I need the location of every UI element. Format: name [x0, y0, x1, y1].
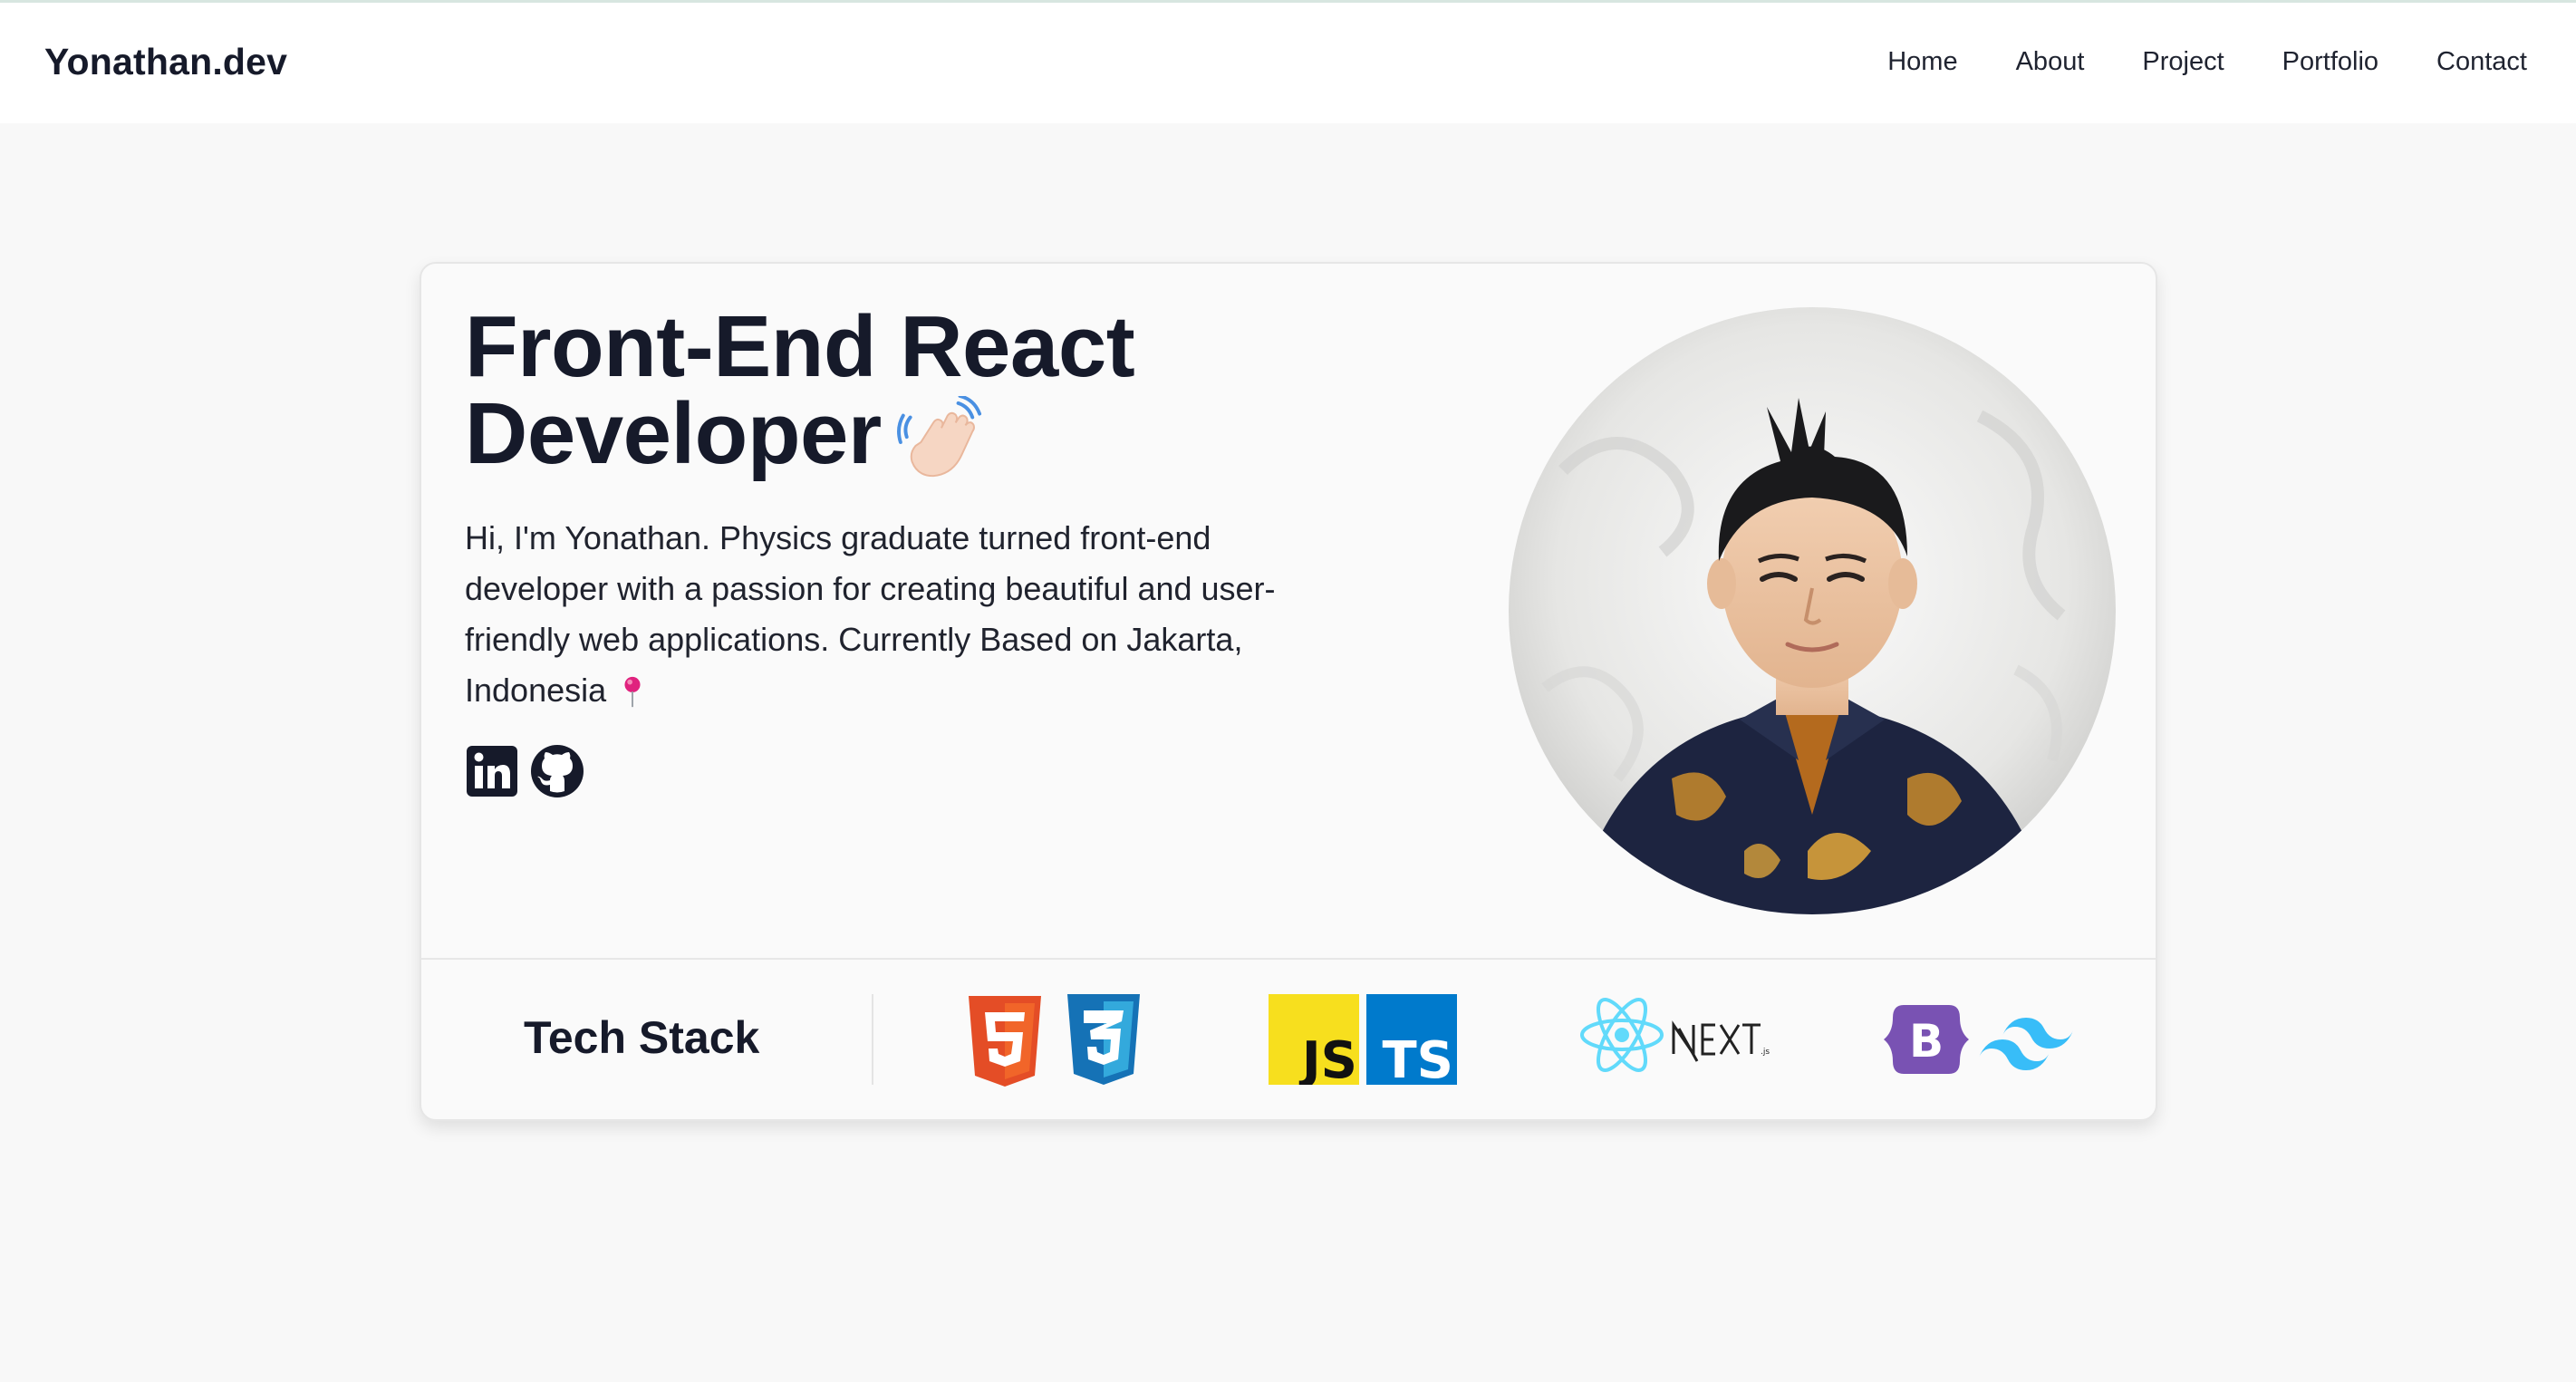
hero-description: Hi, I'm Yonathan. Physics graduate turne…	[465, 513, 1353, 716]
tailwindcss-logo-icon	[1979, 1018, 2073, 1070]
site-logo-text[interactable]: Yonathan.dev	[44, 41, 287, 83]
javascript-logo-icon: JS	[1269, 994, 1359, 1085]
nav-link-contact[interactable]: Contact	[2436, 47, 2527, 77]
nav-links: Home About Project Portfolio Contact	[1887, 47, 2527, 77]
hero-title-line-2: Developer	[465, 391, 1280, 485]
github-icon[interactable]	[530, 744, 584, 798]
hero-description-text: Hi, I'm Yonathan. Physics graduate turne…	[465, 519, 1276, 709]
nav-link-home[interactable]: Home	[1887, 47, 1957, 77]
profile-photo-image	[1509, 307, 2116, 914]
svg-text:JS: JS	[1298, 1031, 1357, 1085]
hero-title-developer: Developer	[465, 385, 882, 482]
nav-link-portfolio[interactable]: Portfolio	[2282, 47, 2378, 77]
svg-text:.js: .js	[1761, 1048, 1770, 1057]
nav-link-about[interactable]: About	[2016, 47, 2085, 77]
typescript-logo-icon: TS	[1366, 994, 1457, 1085]
bootstrap-logo-icon: B	[1884, 1005, 1969, 1074]
round-pushpin-icon	[624, 677, 641, 708]
section-divider	[421, 958, 2156, 960]
svg-text:B: B	[1909, 1015, 1944, 1068]
react-logo-icon	[1580, 998, 1664, 1072]
css3-logo-icon	[1067, 994, 1140, 1085]
tech-stack-label: Tech Stack	[524, 1012, 760, 1063]
social-links	[465, 744, 584, 798]
svg-text:TS: TS	[1382, 1031, 1453, 1085]
waving-hand-icon	[896, 395, 981, 477]
navbar: Yonathan.dev Home About Project Portfoli…	[0, 0, 2576, 123]
tech-stack-divider	[872, 994, 873, 1085]
hero-title-line-1: Front-End React	[465, 298, 1135, 395]
profile-photo	[1509, 307, 2116, 914]
nextjs-logo-icon: .js	[1672, 1020, 1770, 1062]
hero-title: Front-End React Developer	[465, 304, 1280, 485]
linkedin-icon[interactable]	[465, 744, 519, 798]
hero-card: Front-End React Developer Hi, I'm Yonath…	[420, 262, 2157, 1121]
nav-link-project[interactable]: Project	[2142, 47, 2224, 77]
html5-logo-icon	[969, 996, 1041, 1087]
